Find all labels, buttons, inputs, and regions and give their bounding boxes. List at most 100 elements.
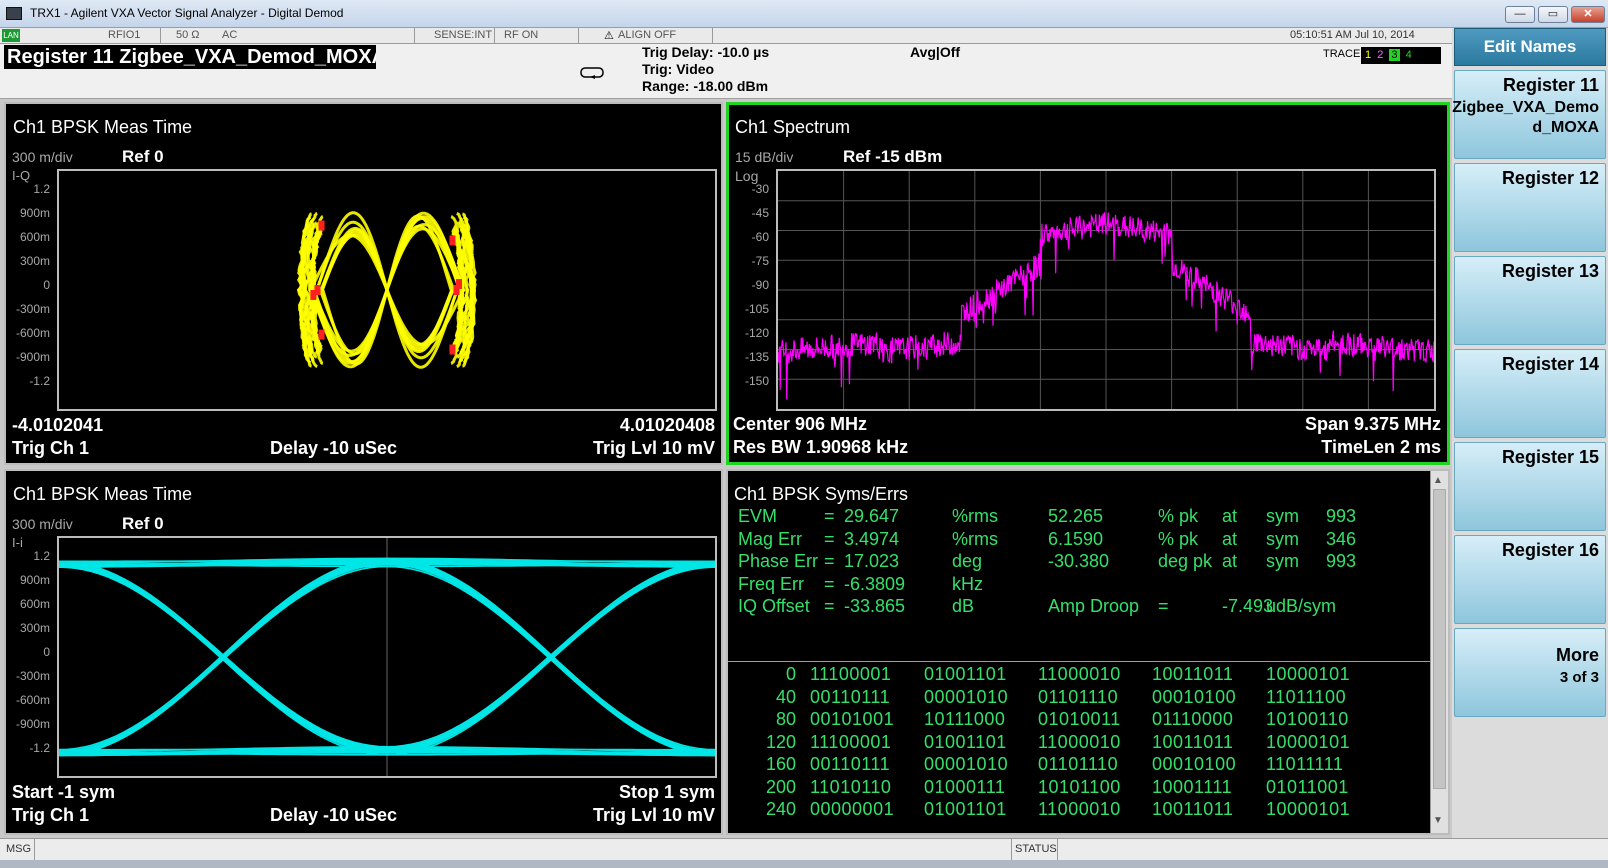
softkey-register-14[interactable]: Register 14	[1454, 349, 1606, 438]
trace-1[interactable]: 1	[1365, 49, 1371, 61]
error-sym: udB/sym	[1266, 596, 1337, 616]
trace-2[interactable]: 2	[1377, 49, 1383, 61]
symbol-bits: 01000111	[924, 776, 1006, 797]
maximize-button[interactable]: ▭	[1538, 6, 1568, 23]
symbol-bits: 00001010	[924, 686, 1009, 707]
coupling: AC	[222, 29, 238, 41]
symbol-index: 160	[765, 754, 796, 774]
symbol-bits: 10000101	[1266, 731, 1351, 752]
eye-trace	[58, 557, 388, 753]
spectrum-plot[interactable]	[776, 169, 1436, 411]
trace-4[interactable]: 4	[1406, 49, 1412, 61]
error-name: Mag Err	[738, 528, 803, 549]
symbol-bits: 10000101	[1266, 664, 1351, 684]
error-val: 3.4974	[844, 528, 900, 549]
y-tick: -45	[751, 206, 769, 220]
symbol-bits: 11000010	[1038, 731, 1121, 752]
softkey-register-11[interactable]: Register 11 Zigbee_VXA_Demo d_MOXA	[1452, 70, 1606, 159]
softkey-more[interactable]: More 3 of 3	[1454, 628, 1606, 717]
x-stop: 4.01020408	[619, 415, 715, 435]
trig-channel: Trig Ch 1	[12, 438, 90, 458]
error-val: 17.023	[844, 551, 900, 571]
y-tick: 300m	[19, 621, 50, 635]
softkey-register-16[interactable]: Register 16	[1454, 535, 1606, 624]
iq-plot[interactable]	[57, 169, 717, 411]
rf-status: RF ON	[504, 29, 539, 41]
y-tick: -1.2	[29, 374, 50, 388]
y-tick: 900m	[19, 573, 50, 587]
res-bw: Res BW 1.90968 kHz	[733, 437, 909, 457]
y-tick: -90	[751, 278, 769, 292]
panel-title: Ch1 Spectrum	[735, 117, 851, 137]
symbol-bits: 01110000	[1152, 709, 1234, 729]
symbol-bits: 01011001	[1266, 776, 1349, 797]
error-eq: =	[824, 596, 835, 616]
y-tick: -30	[751, 182, 769, 196]
symbol-bits: 00010100	[1152, 754, 1237, 774]
error-symv: 993	[1326, 506, 1357, 526]
spectrum-panel[interactable]: Ch1 Spectrum 15 dB/div Ref -15 dBm Log -…	[726, 102, 1450, 465]
scroll-thumb[interactable]	[1433, 489, 1446, 789]
eye-trace	[386, 557, 716, 753]
status-label: STATUS	[1015, 843, 1057, 855]
y-tick: -600m	[15, 693, 50, 707]
error-unit: %rms	[952, 506, 998, 526]
eye-trace	[386, 561, 716, 756]
syms-errs-panel[interactable]: Ch1 BPSK Syms/Errs EVM = 29.647 %rms 52.265%…	[726, 469, 1450, 835]
symbol-bits: 00000001	[810, 799, 895, 819]
sense-status: SENSE:INT	[434, 29, 493, 41]
eye-plot[interactable]	[57, 536, 717, 778]
x-start: -4.0102041	[12, 415, 104, 435]
close-button[interactable]: ✕	[1571, 6, 1605, 23]
error-symv: 993	[1326, 551, 1357, 571]
symbol-bits: 00101001	[810, 709, 895, 729]
panel-title: Ch1 BPSK Meas Time	[13, 117, 193, 137]
symbol-bits: 10011011	[1152, 799, 1234, 819]
error-sym: sym	[1266, 528, 1299, 549]
symbol-index: 120	[765, 731, 796, 752]
title-bar: TRX1 - Agilent VXA Vector Signal Analyze…	[0, 0, 1608, 28]
scroll-down-icon[interactable]: ▼	[1433, 815, 1443, 826]
error-val: 29.647	[844, 506, 900, 526]
scrollbar[interactable]: ▲ ▼	[1430, 471, 1448, 833]
y-tick: -1.2	[29, 741, 50, 755]
trace-indicator[interactable]: 1 2 3 4	[1361, 47, 1441, 64]
y-tick: -135	[744, 350, 769, 364]
symbol-bits: 00110111	[810, 686, 891, 707]
iq-symbol-point	[318, 329, 325, 340]
trace-3[interactable]: 3	[1389, 49, 1400, 61]
symbol-bits: 10011011	[1152, 731, 1234, 752]
y-tick: -900m	[15, 717, 50, 731]
eye-trace	[58, 558, 388, 755]
trig-level: Trig Lvl 10 mV	[592, 438, 715, 458]
minimize-button[interactable]: —	[1505, 6, 1535, 23]
symbol-bits: 10101100	[1038, 776, 1121, 797]
eye-panel[interactable]: Ch1 BPSK Meas Time 300 m/div Ref 0 I-i 1…	[4, 469, 723, 835]
eye-diagram	[58, 538, 716, 776]
divider	[728, 661, 1430, 662]
scroll-up-icon[interactable]: ▲	[1433, 475, 1443, 486]
symbol-bits: 11011111	[1266, 754, 1344, 774]
impedance: 50 Ω	[176, 29, 200, 41]
error-at: at	[1222, 551, 1238, 571]
message-bar: MSG STATUS	[0, 838, 1608, 861]
trig-delay: Trig Delay: -10.0 µs	[642, 44, 770, 60]
error-name: EVM	[738, 506, 778, 526]
symbol-bits: 01010011	[1038, 709, 1121, 729]
iq-symbol-point	[455, 279, 462, 290]
symbol-bits: 10001111	[1152, 776, 1233, 797]
iq-panel[interactable]: Ch1 BPSK Meas Time 300 m/div Ref 0 I-Q 1…	[4, 102, 723, 465]
msg-label: MSG	[6, 843, 32, 855]
softkey-register-13[interactable]: Register 13	[1454, 256, 1606, 345]
softkey-register-12[interactable]: Register 12	[1454, 163, 1606, 252]
app-icon	[6, 7, 22, 20]
y-tick: -75	[751, 254, 769, 268]
y-tick: -120	[744, 326, 769, 340]
error-val: -33.865	[844, 596, 906, 616]
symbol-bits: 01001101	[924, 799, 1007, 819]
error-pk: 6.1590	[1048, 528, 1104, 549]
symbol-bits: 11010110	[810, 776, 892, 797]
error-pk: Amp Droop	[1048, 596, 1140, 616]
time-length: TimeLen 2 ms	[1321, 437, 1441, 457]
softkey-register-15[interactable]: Register 15	[1454, 442, 1606, 531]
